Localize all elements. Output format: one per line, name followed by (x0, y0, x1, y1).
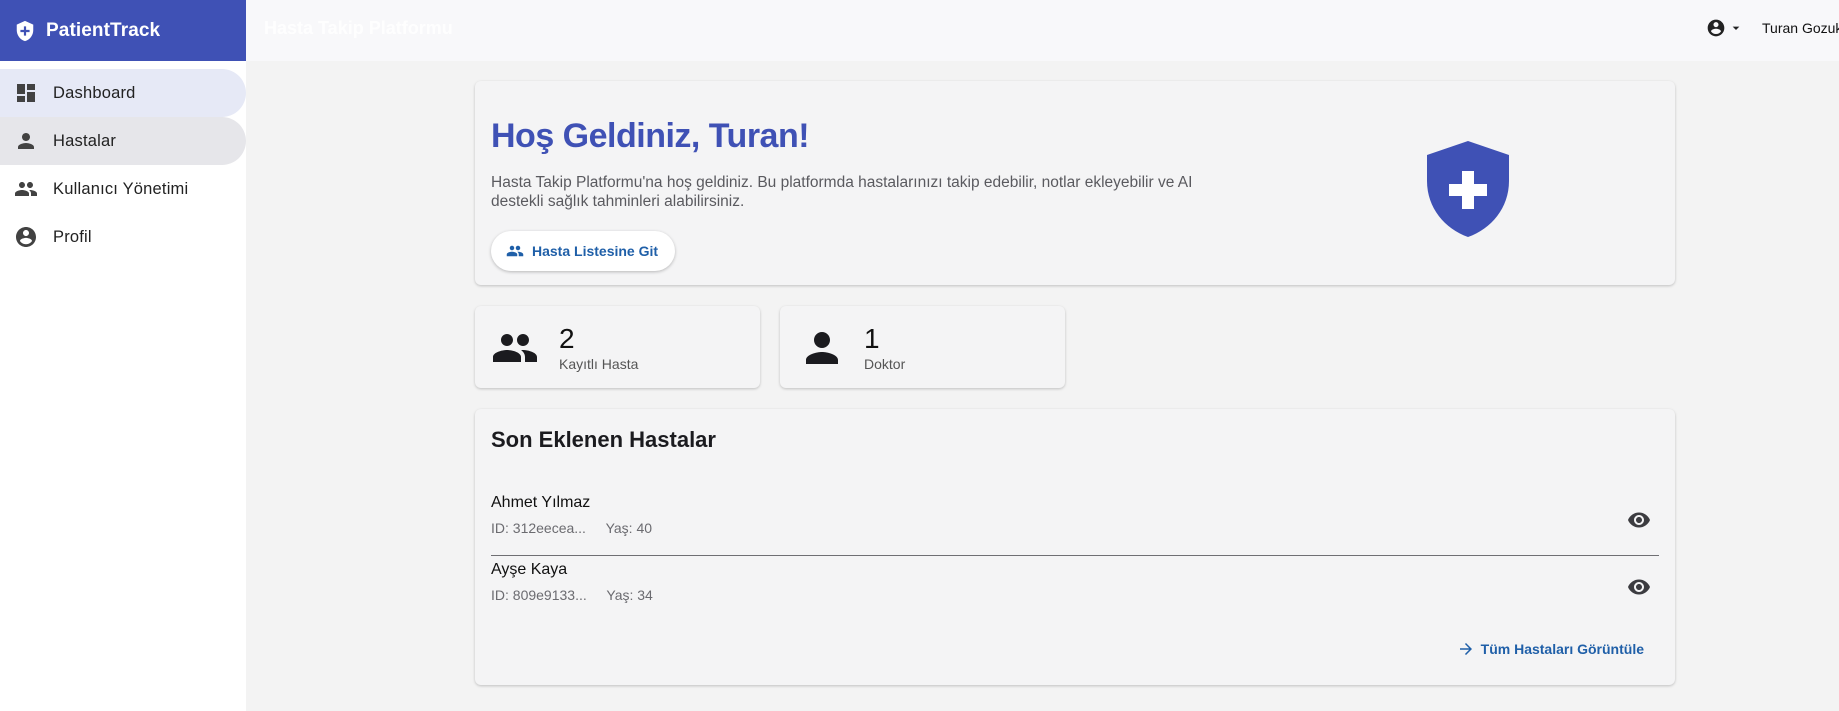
patient-list-button-label: Hasta Listesine Git (532, 243, 659, 259)
view-all-patients-link[interactable]: Tüm Hastaları Görüntüle (1457, 640, 1644, 658)
stat-card-doctors: 1 Doktor (780, 306, 1065, 388)
group-icon (493, 334, 537, 362)
stat-value: 1 (864, 323, 880, 354)
recent-patients-title: Son Eklenen Hastalar (491, 427, 716, 452)
group-icon (15, 182, 37, 196)
account-circle-icon (1707, 19, 1725, 37)
sidebar: PatientTrack Dashboard Hastalar Kullanıc… (0, 0, 246, 711)
stat-value: 2 (559, 323, 575, 354)
recent-patients-card: Son Eklenen Hastalar Ahmet Yılmaz ID: 31… (475, 409, 1675, 685)
patient-name: Ayşe Kaya (491, 561, 568, 578)
dashboard-icon (17, 84, 35, 102)
stat-label: Doktor (864, 356, 906, 372)
welcome-card: Hoş Geldiniz, Turan! Hasta Takip Platfor… (475, 81, 1675, 285)
patient-meta: ID: 809e9133... Yaş: 34 (491, 587, 669, 603)
group-icon (506, 245, 524, 257)
arrow-right-icon (1459, 643, 1472, 655)
brand-header: PatientTrack (0, 0, 246, 61)
sidebar-item-hastalar[interactable]: Hastalar (0, 117, 246, 165)
sidebar-item-label: Dashboard (53, 83, 136, 102)
sidebar-item-kullanici-yonetimi[interactable]: Kullanıcı Yönetimi (0, 165, 246, 213)
sidebar-item-profil[interactable]: Profil (0, 213, 246, 261)
patient-list-button[interactable]: Hasta Listesine Git (491, 231, 676, 271)
patient-age: Yaş: 34 (606, 587, 653, 603)
person-icon (806, 332, 838, 364)
sidebar-item-label: Hastalar (53, 131, 117, 150)
patient-id: ID: 809e9133... (491, 587, 587, 603)
caret-down-icon (1732, 26, 1740, 30)
patient-age: Yaş: 40 (605, 520, 653, 536)
welcome-text: Hasta Takip Platformu'na hoş geldiniz. B… (491, 174, 1193, 210)
account-circle-icon (16, 227, 36, 247)
eye-icon[interactable] (1627, 575, 1651, 599)
person-icon (18, 133, 34, 149)
top-app-bar: Hasta Takip Platformu Turan Gozuk (246, 0, 1839, 61)
brand-name: PatientTrack (46, 19, 161, 41)
view-all-patients-label: Tüm Hastaları Görüntüle (1480, 641, 1644, 657)
sidebar-item-label: Profil (53, 227, 92, 246)
app-title: Hasta Takip Platformu (264, 18, 453, 38)
stat-card-patients: 2 Kayıtlı Hasta (475, 306, 760, 388)
shield-plus-icon (16, 20, 34, 41)
sidebar-item-dashboard[interactable]: Dashboard (0, 69, 246, 117)
eye-icon[interactable] (1627, 508, 1651, 532)
patient-name: Ahmet Yılmaz (491, 494, 591, 511)
shield-plus-icon (1427, 141, 1509, 237)
welcome-title: Hoş Geldiniz, Turan! (491, 117, 810, 155)
patient-list-item[interactable]: Ayşe Kaya ID: 809e9133... Yaş: 34 (491, 561, 1659, 623)
patient-id: ID: 312eecea... (491, 520, 586, 536)
patient-list-item[interactable]: Ahmet Yılmaz ID: 312eecea... Yaş: 40 (491, 494, 1659, 556)
account-menu-button[interactable] (1706, 18, 1744, 38)
stat-label: Kayıtlı Hasta (559, 356, 639, 372)
sidebar-item-label: Kullanıcı Yönetimi (53, 179, 189, 198)
patient-meta: ID: 312eecea... Yaş: 40 (491, 520, 668, 536)
username: Turan Gozuk (1762, 20, 1839, 36)
sidebar-nav: Dashboard Hastalar Kullanıcı Yönetimi Pr… (0, 61, 246, 261)
